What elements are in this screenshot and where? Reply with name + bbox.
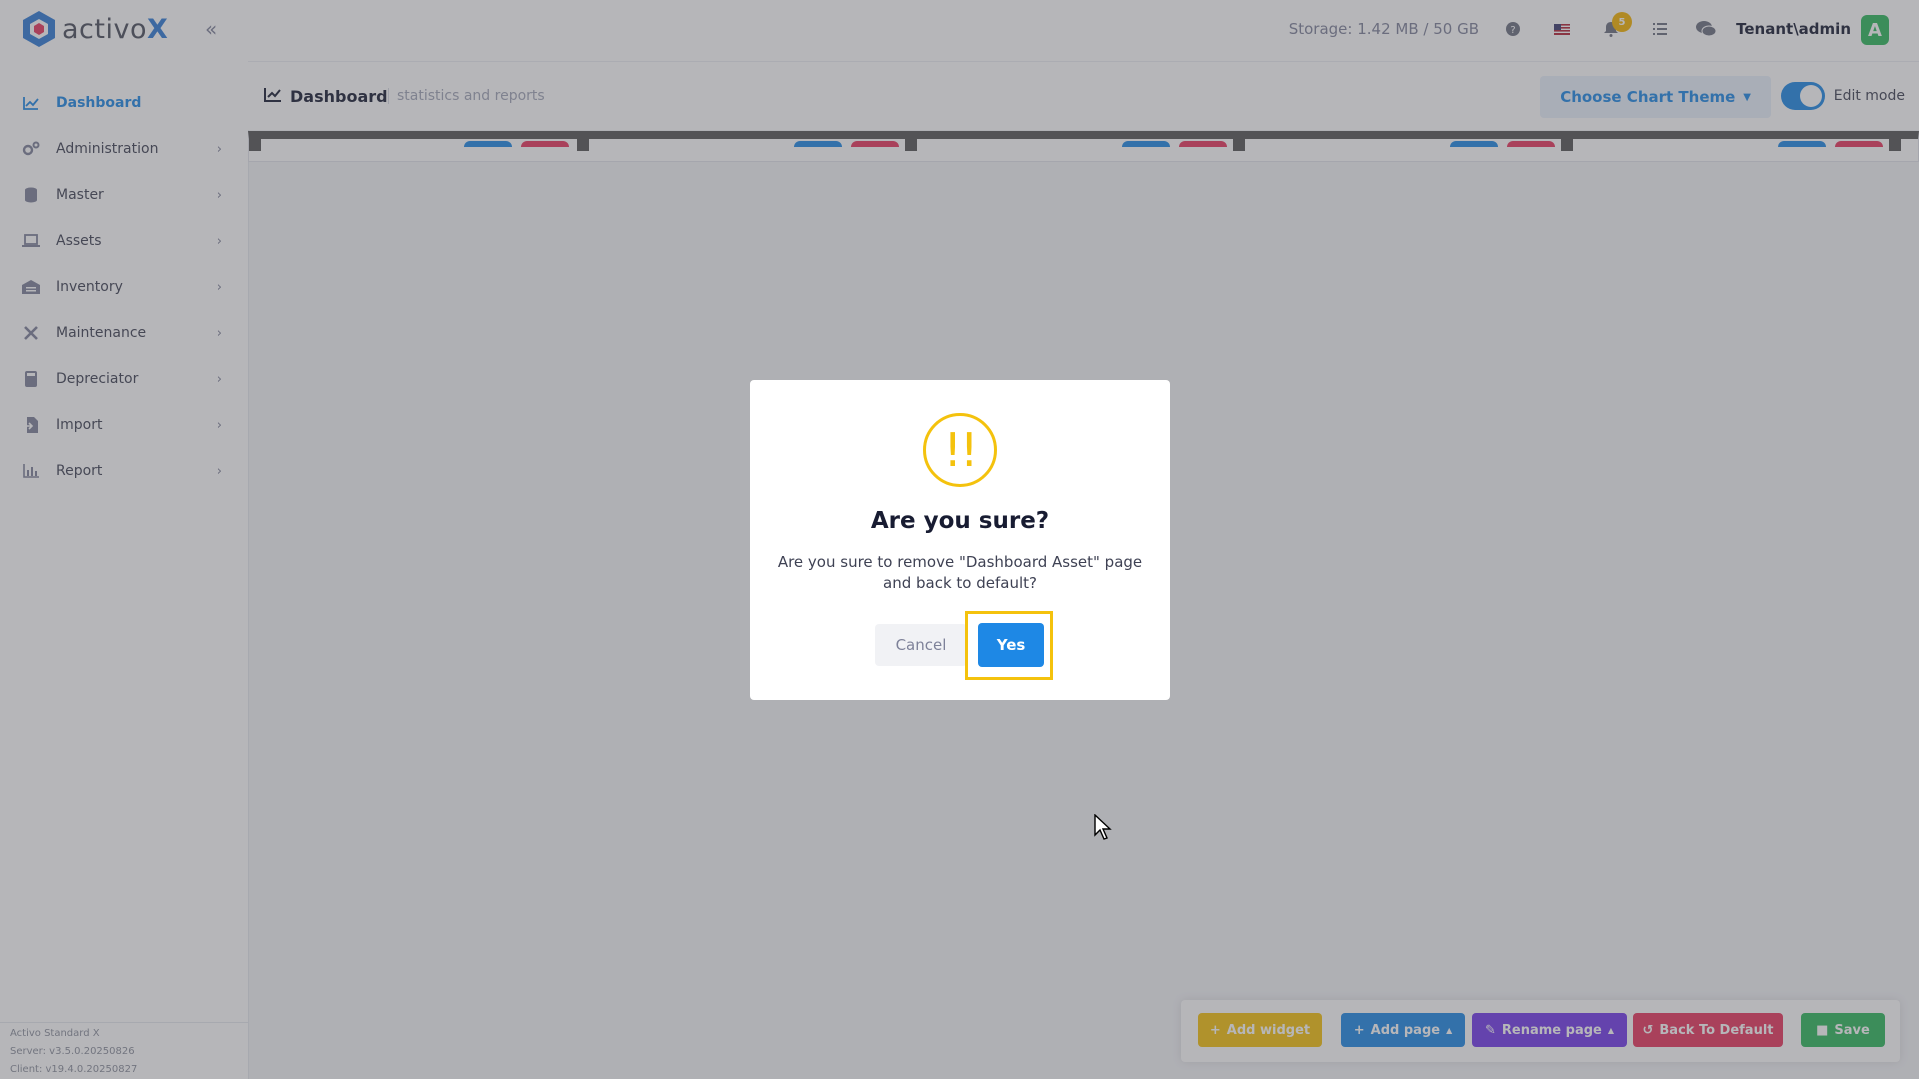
mouse-cursor-icon [1094,814,1112,840]
cancel-button[interactable]: Cancel [875,624,967,666]
confirm-dialog: !! Are you sure? Are you sure to remove … [750,380,1170,700]
dialog-message: Are you sure to remove "Dashboard Asset"… [777,553,1143,592]
warning-icon: !! [923,413,997,487]
confirm-yes-button[interactable]: Yes [978,623,1044,667]
dialog-title: Are you sure? [870,508,1050,534]
